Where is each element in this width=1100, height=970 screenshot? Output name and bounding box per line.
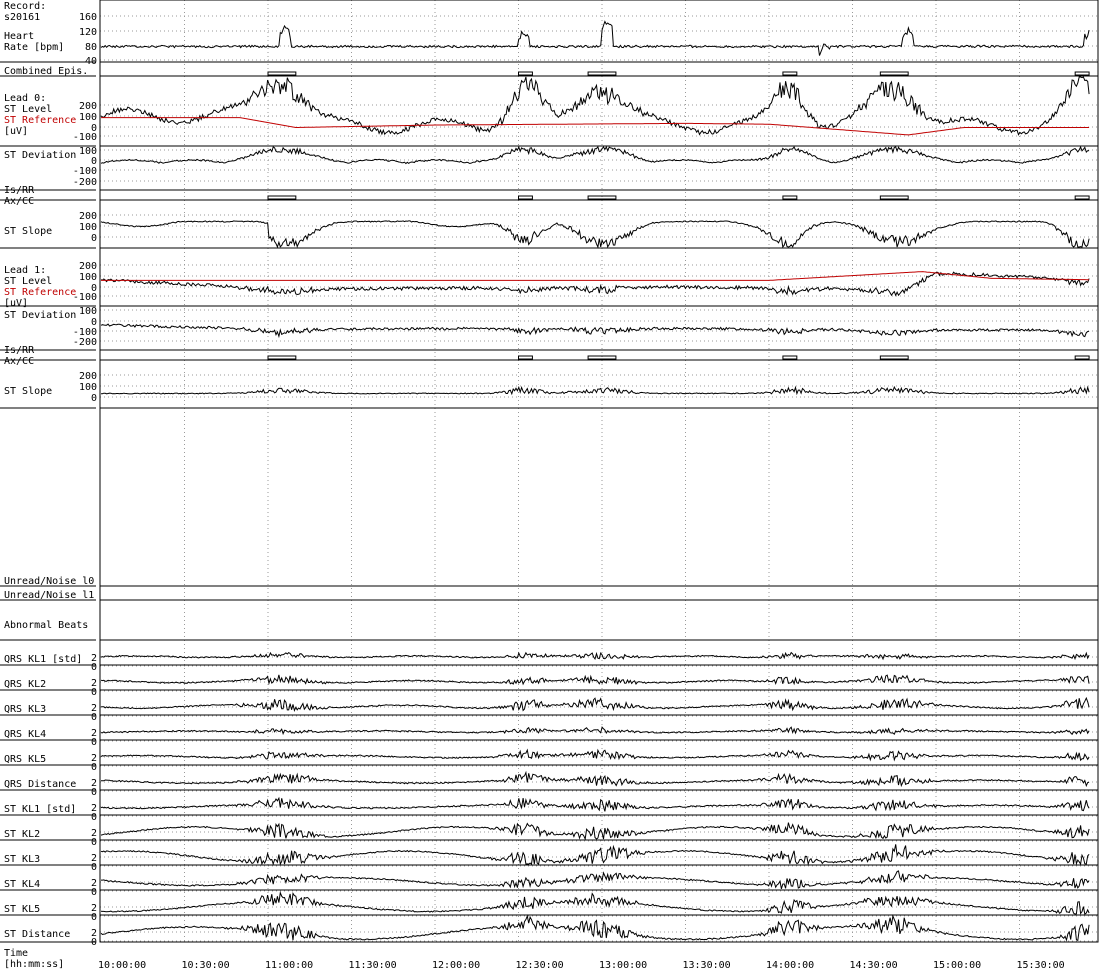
panel-label: Combined Epis. (4, 66, 88, 77)
time-tick-label: 14:30:00 (850, 960, 898, 970)
panel-label: ST Reference (4, 287, 76, 298)
y-tick-label: 0 (91, 912, 97, 923)
panel-label: ST KL3 (4, 854, 40, 865)
time-tick-label: 15:00:00 (933, 960, 981, 970)
panel-label: Unread/Noise l1 (4, 590, 94, 601)
record-label: Record: (4, 1, 46, 12)
panel-label: QRS KL4 (4, 729, 46, 740)
panel-label: ST Reference (4, 115, 76, 126)
panel-label: ST Distance (4, 929, 70, 940)
st-trend-chart: HeartRate [bpm]Combined Epis.Lead 0:ST L… (0, 0, 1100, 970)
panel-label: QRS Distance (4, 779, 76, 790)
panel-label: Abnormal Beats (4, 620, 88, 631)
y-tick-label: 200 (79, 211, 97, 222)
y-tick-label: 0 (91, 233, 97, 244)
time-tick-label: 13:00:00 (599, 960, 647, 970)
y-tick-label: 0 (91, 862, 97, 873)
y-tick-label: -200 (73, 337, 97, 348)
panel-label: Rate [bpm] (4, 42, 64, 53)
y-tick-label: 100 (79, 222, 97, 233)
y-tick-label: 100 (79, 112, 97, 123)
y-tick-label: 0 (91, 712, 97, 723)
panel-label: Lead 0: (4, 93, 46, 104)
panel-label: ST Level (4, 276, 52, 287)
y-tick-label: 160 (79, 12, 97, 23)
y-tick-label: 0 (91, 787, 97, 798)
time-tick-label: 11:00:00 (265, 960, 313, 970)
panel-label: ST Level (4, 104, 52, 115)
panel-label: Heart (4, 31, 34, 42)
record-id: s20161 (4, 12, 40, 23)
time-axis-label: Time (4, 948, 28, 959)
panel-label: QRS KL3 (4, 704, 46, 715)
y-tick-label: -100 (73, 166, 97, 177)
y-tick-label: -100 (73, 132, 97, 143)
panel-label: ST Slope (4, 226, 52, 237)
y-tick-label: -100 (73, 292, 97, 303)
y-tick-label: 80 (85, 42, 97, 53)
time-tick-label: 11:30:00 (349, 960, 397, 970)
time-tick-label: 15:30:00 (1017, 960, 1065, 970)
panel-label: QRS KL1 [std] (4, 654, 82, 665)
panel-label: ST KL5 (4, 904, 40, 915)
panel-label: ST KL2 (4, 829, 40, 840)
y-tick-label: 0 (91, 812, 97, 823)
panel-label: QRS KL2 (4, 679, 46, 690)
time-axis-unit: [hh:mm:ss] (4, 959, 64, 970)
y-tick-label: 0 (91, 887, 97, 898)
y-tick-label: 120 (79, 27, 97, 38)
panel-label: [uV] (4, 126, 28, 137)
time-tick-label: 14:00:00 (766, 960, 814, 970)
panel-label: Ax/CC (4, 356, 34, 367)
time-tick-label: 13:30:00 (683, 960, 731, 970)
y-tick-label: 0 (91, 393, 97, 404)
panel-label: Unread/Noise l0 (4, 576, 94, 587)
y-tick-label: 0 (91, 662, 97, 673)
time-tick-label: 10:00:00 (98, 960, 146, 970)
panel-label: Lead 1: (4, 265, 46, 276)
y-tick-label: 0 (91, 762, 97, 773)
panel-label: Is/RR (4, 185, 35, 196)
y-tick-label: -200 (73, 177, 97, 188)
y-tick-label: 40 (85, 56, 97, 67)
time-tick-label: 12:00:00 (432, 960, 480, 970)
panel-label: ST KL1 [std] (4, 804, 76, 815)
time-tick-label: 10:30:00 (182, 960, 230, 970)
panel-label: QRS KL5 (4, 754, 46, 765)
y-tick-label: 100 (79, 272, 97, 283)
time-tick-label: 12:30:00 (516, 960, 564, 970)
y-tick-label: 100 (79, 382, 97, 393)
panel-label: [uV] (4, 298, 28, 309)
y-tick-label: 200 (79, 101, 97, 112)
panel-label: Ax/CC (4, 196, 34, 207)
panel-label: ST Deviation (4, 150, 76, 161)
y-tick-label: 200 (79, 371, 97, 382)
y-tick-label: 0 (91, 837, 97, 848)
y-tick-label: 0 (91, 737, 97, 748)
panel-label: ST Deviation (4, 310, 76, 321)
y-tick-label: 100 (79, 306, 97, 317)
y-tick-label: 0 (91, 687, 97, 698)
panel-label: ST Slope (4, 386, 52, 397)
panel-label: Is/RR (4, 345, 35, 356)
panel-label: ST KL4 (4, 879, 40, 890)
y-tick-label: 0 (91, 937, 97, 948)
y-tick-label: 200 (79, 261, 97, 272)
